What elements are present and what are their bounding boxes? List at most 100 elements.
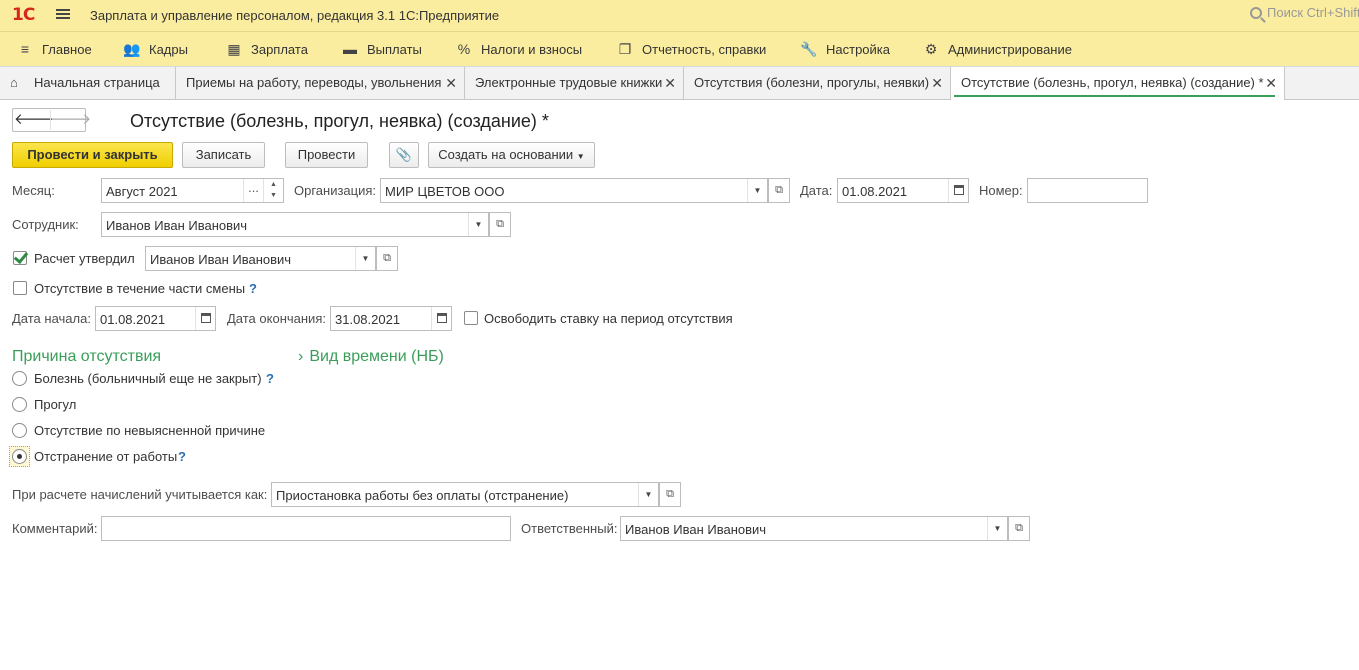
wrench-icon: 🔧 [800, 41, 818, 57]
tab-absences-list[interactable]: Отсутствия (болезни, прогулы, неявки) ✕ [684, 67, 951, 99]
approved-by-field[interactable]: Иванов Иван Иванович ▼ [145, 246, 376, 271]
organization-label: Организация: [294, 183, 377, 198]
attachment-button[interactable]: 📎 [389, 142, 419, 168]
percent-icon: % [457, 41, 471, 57]
free-rate-label: Освободить ставку на период отсутствия [484, 311, 733, 326]
time-type-section[interactable]: › Вид времени (НБ) [298, 348, 444, 366]
close-icon[interactable]: ✕ [445, 67, 457, 99]
responsible-label: Ответственный: [521, 521, 618, 536]
open-calc-type-button[interactable]: ⧉ [659, 482, 681, 507]
open-icon: ⧉ [383, 252, 391, 264]
documents-icon: ❐ [618, 41, 632, 57]
reason-label-illness: Болезнь (больничный еще не закрыт) [34, 371, 262, 386]
global-search-input[interactable]: Поиск Ctrl+Shift+F [1244, 5, 1359, 27]
history-nav: 🡐 🡒 [12, 108, 91, 132]
comment-field[interactable] [101, 516, 511, 541]
approved-checkbox[interactable] [13, 251, 27, 265]
calc-label: При расчете начислений учитывается как: [12, 487, 268, 502]
reason-label-unknown: Отсутствие по невыясненной причине [34, 423, 266, 438]
page-title: Отсутствие (болезнь, прогул, неявка) (со… [130, 111, 549, 131]
comment-label: Комментарий: [12, 521, 98, 536]
menu-item-reports[interactable]: ❐ Отчетность, справки [616, 32, 767, 66]
save-button[interactable]: Записать [182, 142, 265, 168]
number-label: Номер: [979, 183, 1023, 198]
end-date-label: Дата окончания: [227, 311, 326, 326]
help-icon[interactable]: ? [178, 449, 186, 464]
reason-radio-suspension[interactable] [12, 449, 27, 464]
open-responsible-button[interactable]: ⧉ [1008, 516, 1030, 541]
chevron-down-icon[interactable]: ▼ [468, 213, 488, 236]
reason-label-suspension: Отстранение от работы [34, 449, 178, 464]
end-date-field[interactable]: 31.08.2021 [330, 306, 452, 331]
open-organization-button[interactable]: ⧉ [768, 178, 790, 203]
chevron-down-icon[interactable]: ▼ [987, 517, 1007, 540]
forward-arrow-icon[interactable]: 🡒 [50, 110, 91, 130]
employee-label: Сотрудник: [12, 217, 79, 232]
open-employee-button[interactable]: ⧉ [489, 212, 511, 237]
month-field[interactable]: Август 2021 ... ▲ ▼ [101, 178, 284, 203]
paperclip-icon: 📎 [395, 147, 413, 162]
month-label: Месяц: [12, 183, 55, 198]
chevron-right-icon: › [298, 348, 304, 365]
reason-label-truancy: Прогул [34, 397, 77, 412]
close-icon[interactable]: ✕ [931, 67, 943, 99]
help-icon[interactable]: ? [249, 281, 257, 296]
menu-item-administration[interactable]: ⚙ Администрирование [922, 32, 1072, 66]
menu-item-personnel[interactable]: 👥 Кадры [123, 32, 188, 66]
menu-item-settings[interactable]: 🔧 Настройка [800, 32, 890, 66]
start-date-field[interactable]: 01.08.2021 [95, 306, 216, 331]
open-icon: ⧉ [1015, 522, 1023, 534]
back-arrow-icon[interactable]: 🡐 [14, 110, 54, 130]
create-based-on-button[interactable]: Создать на основании ▼ [428, 142, 595, 168]
search-icon [1250, 7, 1262, 19]
chevron-down-icon[interactable]: ▼ [355, 247, 375, 270]
reason-radio-illness[interactable] [12, 371, 27, 386]
app-logo: 1С [12, 5, 35, 25]
employee-field[interactable]: Иванов Иван Иванович ▼ [101, 212, 489, 237]
window-title: Зарплата и управление персоналом, редакц… [90, 8, 500, 23]
responsible-field[interactable]: Иванов Иван Иванович ▼ [620, 516, 1008, 541]
organization-field[interactable]: МИР ЦВЕТОВ ООО ▼ [380, 178, 768, 203]
reason-radio-truancy[interactable] [12, 397, 27, 412]
chevron-down-icon[interactable]: ▼ [638, 483, 658, 506]
tab-absence-create[interactable]: Отсутствие (болезнь, прогул, неявка) (со… [951, 67, 1285, 100]
calendar-icon[interactable] [195, 307, 215, 330]
tab-home[interactable]: ⌂ Начальная страница [0, 67, 176, 99]
open-icon: ⧉ [666, 488, 674, 500]
tab-electronic-workbooks[interactable]: Электронные трудовые книжки ✕ [465, 67, 684, 99]
menu-item-payments[interactable]: ▬ Выплаты [341, 32, 422, 66]
chevron-down-icon: ▼ [576, 152, 585, 161]
gear-icon: ⚙ [924, 41, 938, 57]
select-dots-icon[interactable]: ... [243, 179, 263, 202]
open-icon: ⧉ [775, 184, 783, 196]
chevron-down-icon[interactable]: ▼ [747, 179, 767, 202]
free-rate-checkbox[interactable] [464, 311, 478, 325]
close-icon[interactable]: ✕ [664, 67, 676, 99]
post-button[interactable]: Провести [285, 142, 368, 168]
main-menu-icon[interactable] [55, 7, 71, 23]
start-date-label: Дата начала: [12, 311, 91, 326]
tab-hiring[interactable]: Приемы на работу, переводы, увольнения ✕ [176, 67, 465, 99]
search-placeholder: Поиск Ctrl+Shift+F [1267, 5, 1359, 20]
menu-item-taxes[interactable]: % Налоги и взносы [455, 32, 582, 66]
calc-type-field[interactable]: Приостановка работы без оплаты (отстране… [271, 482, 659, 507]
open-tabs: ⌂ Начальная страница Приемы на работу, пе… [0, 67, 1359, 100]
calendar-icon[interactable] [948, 179, 968, 202]
post-and-close-button[interactable]: Провести и закрыть [12, 142, 173, 168]
people-icon: 👥 [123, 41, 141, 57]
spin-arrows-icon[interactable]: ▲ ▼ [263, 179, 283, 202]
calculator-icon: ▦ [227, 41, 241, 57]
approved-label: Расчет утвердил [34, 251, 135, 266]
date-label: Дата: [800, 183, 833, 198]
date-field[interactable]: 01.08.2021 [837, 178, 969, 203]
menu-item-salary[interactable]: ▦ Зарплата [225, 32, 308, 66]
hamburger-icon: ≡ [20, 41, 30, 57]
help-icon[interactable]: ? [266, 371, 274, 386]
reason-radio-unknown[interactable] [12, 423, 27, 438]
sections-menu: ≡ Главное 👥 Кадры ▦ Зарплата ▬ Выплаты % Нало… [0, 32, 1359, 67]
number-field[interactable] [1027, 178, 1148, 203]
menu-item-main[interactable]: ≡ Главное [16, 32, 92, 66]
partial-shift-checkbox[interactable] [13, 281, 27, 295]
open-approved-by-button[interactable]: ⧉ [376, 246, 398, 271]
calendar-icon[interactable] [431, 307, 451, 330]
